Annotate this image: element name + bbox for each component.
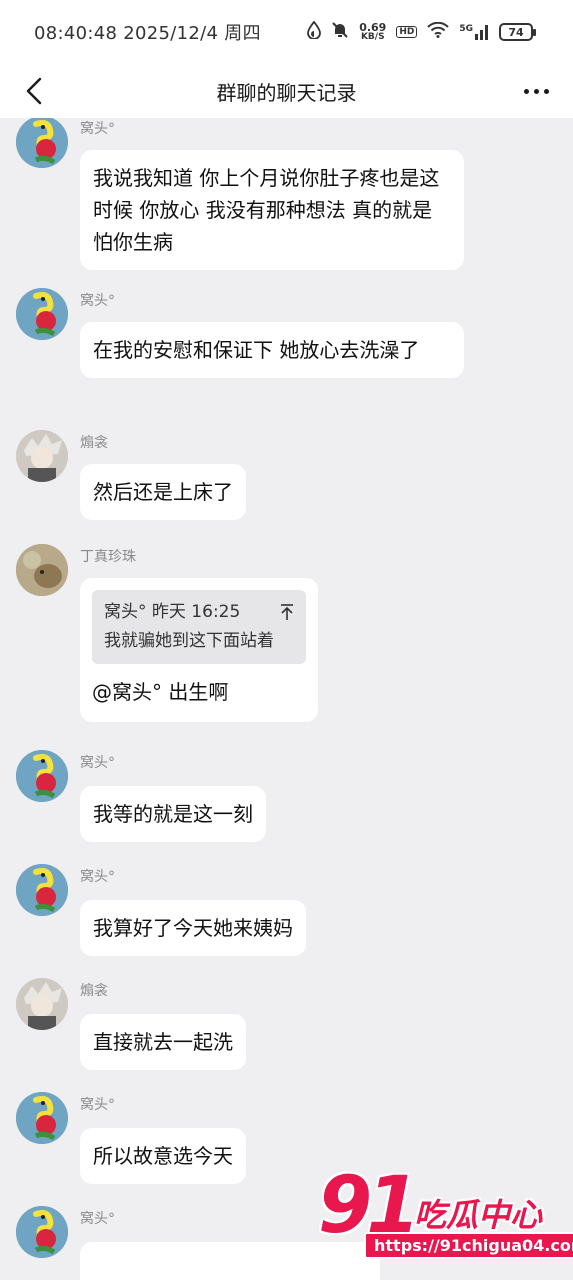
net-speed: 0.69 KB/S	[359, 22, 386, 42]
anime-avatar-icon	[16, 430, 68, 482]
more-dot-icon	[533, 88, 539, 94]
message-bubble[interactable]: 直接就去一起洗	[80, 1014, 246, 1070]
mute-bell-icon	[331, 21, 349, 43]
more-options-button[interactable]	[521, 78, 551, 104]
chat-history[interactable]: 窝头° 我说我知道 你上个月说你肚子疼也是这时候 你放心 我没有那种想法 真的就…	[0, 118, 573, 1280]
sender-name: 煽衾	[80, 983, 108, 999]
status-bar: 08:40:48 2025/12/4 周四 0.69 KB/S HD 5G 74	[0, 0, 573, 64]
message-bubble[interactable]: 我等的就是这一刻	[80, 786, 266, 842]
more-dot-icon	[543, 88, 549, 94]
message-bubble[interactable]: 我说我知道 你上个月说你肚子疼也是这时候 你放心 我没有那种想法 真的就是怕你生…	[80, 150, 464, 270]
watermark-brand: 吃瓜中心	[414, 1196, 543, 1234]
nav-bar: 群聊的聊天记录	[0, 64, 573, 118]
signal-icon: 5G	[459, 24, 489, 40]
sender-name: 窝头°	[80, 869, 115, 885]
avatar[interactable]	[16, 978, 68, 1030]
avatar[interactable]	[16, 118, 68, 168]
sender-name: 窝头°	[80, 1211, 115, 1227]
sender-name: 窝头°	[80, 121, 115, 137]
more-dot-icon	[523, 88, 529, 94]
hd-badge: HD	[396, 26, 418, 38]
message-bubble[interactable]: 窝头° 昨天 16:25 我就骗她到这下面站着 @窝头° 出生啊	[80, 578, 318, 722]
back-button[interactable]	[14, 70, 54, 112]
message-bubble[interactable]: 然后还是上床了	[80, 464, 246, 520]
sender-name: 煽衾	[80, 435, 108, 451]
snake-avatar-icon	[16, 118, 68, 168]
watermark-logo: 91 吃瓜中心 https://91chigua04.com	[318, 1162, 573, 1262]
quote-header: 窝头° 昨天 16:25	[104, 598, 294, 626]
message-text: @窝头° 出生啊	[92, 680, 229, 704]
avatar[interactable]	[16, 864, 68, 916]
sender-name: 窝头°	[80, 293, 115, 309]
avatar[interactable]	[16, 1092, 68, 1144]
battery-indicator: 74	[499, 23, 536, 41]
page-title: 群聊的聊天记录	[216, 80, 357, 105]
signal-label: 5G	[459, 24, 473, 34]
quote-text: 我就骗她到这下面站着	[104, 631, 274, 651]
avatar[interactable]	[16, 544, 68, 596]
anime-avatar-icon	[16, 978, 68, 1030]
sender-name: 丁真珍珠	[80, 549, 136, 565]
sender-name: 窝头°	[80, 755, 115, 771]
wifi-icon	[427, 21, 450, 42]
quoted-message[interactable]: 窝头° 昨天 16:25 我就骗她到这下面站着	[92, 590, 306, 664]
status-icons: 0.69 KB/S HD 5G 74	[307, 20, 536, 43]
snake-avatar-icon	[16, 288, 68, 340]
sender-name: 窝头°	[80, 1097, 115, 1113]
jump-to-message-icon[interactable]	[280, 603, 294, 621]
snake-avatar-icon	[16, 1206, 68, 1258]
quote-author: 窝头° 昨天 16:25	[104, 602, 241, 622]
drop-icon	[307, 20, 322, 43]
message-bubble[interactable]: 所以故意选今天	[80, 1128, 246, 1184]
snake-avatar-icon	[16, 750, 68, 802]
watermark-url: https://91chigua04.com	[364, 1232, 573, 1259]
status-time: 08:40:48 2025/12/4 周四	[34, 23, 261, 44]
avatar[interactable]	[16, 1206, 68, 1258]
avatar[interactable]	[16, 750, 68, 802]
avatar[interactable]	[16, 288, 68, 340]
chevron-left-icon	[26, 77, 42, 105]
animal-avatar-icon	[16, 544, 68, 596]
snake-avatar-icon	[16, 864, 68, 916]
avatar[interactable]	[16, 430, 68, 482]
message-bubble[interactable]: 在我的安慰和保证下 她放心去洗澡了	[80, 322, 464, 378]
message-bubble[interactable]: 我算好了今天她来姨妈	[80, 900, 306, 956]
snake-avatar-icon	[16, 1092, 68, 1144]
net-speed-unit: KB/S	[360, 32, 385, 42]
